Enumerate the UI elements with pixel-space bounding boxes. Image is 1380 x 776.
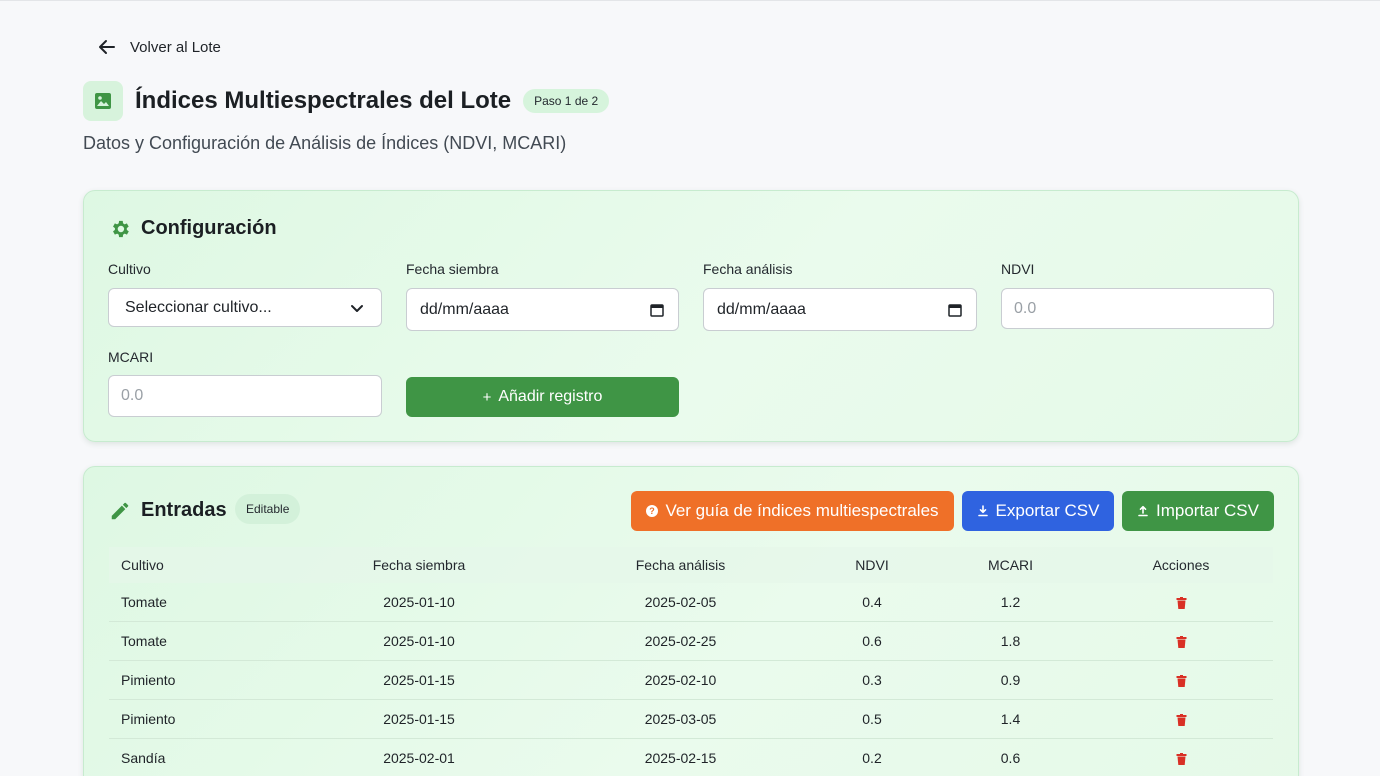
download-icon bbox=[977, 505, 988, 517]
cell-fecha-analisis: 2025-02-15 bbox=[644, 750, 717, 766]
arrow-left-icon bbox=[99, 40, 115, 54]
ndvi-placeholder: 0.0 bbox=[1014, 299, 1037, 317]
entries-table: Cultivo Fecha siembra Fecha análisis NDV… bbox=[109, 547, 1273, 776]
entries-title: Entradas bbox=[141, 499, 227, 521]
question-circle-icon: ? bbox=[646, 505, 659, 517]
trash-icon[interactable] bbox=[1176, 597, 1187, 610]
pencil-icon bbox=[111, 502, 129, 519]
cell-fecha-analisis: 2025-02-05 bbox=[644, 594, 717, 610]
column-header-acciones: Acciones bbox=[1152, 557, 1210, 573]
mcari-label: MCARI bbox=[108, 349, 154, 365]
trash-icon[interactable] bbox=[1176, 636, 1187, 649]
column-header-fecha-analisis: Fecha análisis bbox=[635, 557, 726, 573]
mcari-input[interactable]: 0.0 bbox=[108, 375, 382, 417]
table-header-row: Cultivo Fecha siembra Fecha análisis NDV… bbox=[109, 547, 1273, 583]
fecha-analisis-input[interactable]: dd/mm/aaaa bbox=[703, 288, 977, 331]
entries-heading: Entradas bbox=[109, 499, 227, 522]
cell-cultivo: Sandía bbox=[121, 750, 166, 766]
table-row: Pimiento 2025-01-15 2025-02-10 0.3 0.9 bbox=[109, 661, 1273, 700]
configuration-card: Configuración Cultivo Seleccionar cultiv… bbox=[83, 190, 1299, 442]
cell-acciones bbox=[1089, 594, 1273, 610]
column-header-cultivo: Cultivo bbox=[121, 557, 164, 573]
import-button-label: Importar CSV bbox=[1156, 501, 1259, 520]
page-title: Índices Multiespectrales del Lote bbox=[135, 87, 512, 114]
cell-cultivo: Pimiento bbox=[121, 711, 176, 727]
table-row: Tomate 2025-01-10 2025-02-05 0.4 1.2 bbox=[109, 583, 1273, 622]
mcari-placeholder: 0.0 bbox=[121, 387, 144, 404]
calendar-icon[interactable] bbox=[947, 302, 963, 318]
trash-icon[interactable] bbox=[1176, 675, 1187, 688]
cell-acciones bbox=[1089, 750, 1273, 766]
cell-mcari: 0.6 bbox=[1000, 750, 1021, 766]
fecha-siembra-input[interactable]: dd/mm/aaaa bbox=[406, 288, 679, 331]
cell-fecha-analisis: 2025-03-05 bbox=[644, 711, 717, 727]
cell-cultivo: Tomate bbox=[121, 633, 167, 649]
gear-icon bbox=[113, 220, 129, 237]
configuration-heading: Configuración bbox=[109, 217, 277, 240]
export-csv-button[interactable]: Exportar CSV bbox=[962, 491, 1114, 531]
cell-ndvi: 0.2 bbox=[862, 750, 882, 766]
plus-icon: + bbox=[482, 388, 492, 406]
column-header-mcari: MCARI bbox=[987, 557, 1034, 573]
cell-ndvi: 0.4 bbox=[862, 594, 882, 610]
ndvi-input[interactable]: 0.0 bbox=[1001, 288, 1274, 329]
column-header-ndvi: NDVI bbox=[855, 557, 889, 573]
table-row: Sandía 2025-02-01 2025-02-15 0.2 0.6 bbox=[109, 739, 1273, 776]
calendar-icon[interactable] bbox=[649, 302, 665, 318]
step-badge: Paso 1 de 2 bbox=[523, 89, 610, 113]
chevron-down-icon bbox=[351, 304, 363, 312]
export-button-label: Exportar CSV bbox=[995, 501, 1100, 520]
cultivo-select[interactable]: Seleccionar cultivo... bbox=[108, 288, 382, 327]
cell-cultivo: Tomate bbox=[121, 594, 167, 610]
cell-ndvi: 0.5 bbox=[862, 711, 882, 727]
fecha-siembra-label: Fecha siembra bbox=[406, 261, 499, 277]
cell-fecha-analisis: 2025-02-10 bbox=[644, 672, 717, 688]
cell-fecha-siembra: 2025-02-01 bbox=[383, 750, 455, 766]
svg-text:?: ? bbox=[650, 506, 656, 516]
back-to-lot-link[interactable]: Volver al Lote bbox=[97, 37, 221, 57]
trash-icon[interactable] bbox=[1176, 714, 1187, 727]
cell-acciones bbox=[1089, 672, 1273, 688]
page-header: Índices Multiespectrales del Lote Paso 1… bbox=[83, 81, 610, 121]
configuration-title: Configuración bbox=[141, 217, 277, 239]
add-record-label: Añadir registro bbox=[498, 388, 603, 405]
cell-ndvi: 0.6 bbox=[862, 633, 882, 649]
trash-icon[interactable] bbox=[1176, 753, 1187, 766]
entries-card: Entradas Editable ? Ver guía de índices … bbox=[83, 466, 1299, 776]
upload-icon bbox=[1138, 505, 1148, 517]
cell-fecha-analisis: 2025-02-25 bbox=[644, 633, 717, 649]
add-record-button[interactable]: + Añadir registro bbox=[406, 377, 679, 417]
page-subtitle: Datos y Configuración de Análisis de Índ… bbox=[83, 133, 567, 153]
fecha-siembra-value: dd/mm/aaaa bbox=[420, 300, 509, 318]
fecha-analisis-value: dd/mm/aaaa bbox=[717, 300, 806, 318]
cell-fecha-siembra: 2025-01-15 bbox=[383, 711, 455, 727]
cell-mcari: 0.9 bbox=[1000, 672, 1021, 688]
cell-fecha-siembra: 2025-01-10 bbox=[383, 594, 455, 610]
cell-fecha-siembra: 2025-01-15 bbox=[383, 672, 455, 688]
cell-fecha-siembra: 2025-01-10 bbox=[383, 633, 455, 649]
cell-acciones bbox=[1089, 711, 1273, 727]
cultivo-label: Cultivo bbox=[108, 261, 151, 277]
cell-acciones bbox=[1089, 633, 1273, 649]
table-row: Tomate 2025-01-10 2025-02-25 0.6 1.8 bbox=[109, 622, 1273, 661]
ndvi-label: NDVI bbox=[1001, 261, 1035, 277]
fecha-analisis-label: Fecha análisis bbox=[703, 261, 793, 277]
cell-cultivo: Pimiento bbox=[121, 672, 176, 688]
import-csv-button[interactable]: Importar CSV bbox=[1122, 491, 1274, 531]
cultivo-select-value: Seleccionar cultivo... bbox=[125, 298, 272, 316]
column-header-fecha-siembra: Fecha siembra bbox=[372, 557, 466, 573]
cell-mcari: 1.4 bbox=[1000, 711, 1021, 727]
cell-ndvi: 0.3 bbox=[862, 672, 882, 688]
cell-mcari: 1.8 bbox=[1000, 633, 1021, 649]
cell-mcari: 1.2 bbox=[1000, 594, 1021, 610]
table-row: Pimiento 2025-01-15 2025-03-05 0.5 1.4 bbox=[109, 700, 1273, 739]
multispectral-guide-button[interactable]: ? Ver guía de índices multiespectrales bbox=[631, 491, 954, 531]
image-icon bbox=[83, 81, 123, 121]
guide-button-label: Ver guía de índices multiespectrales bbox=[665, 501, 939, 520]
back-link-label: Volver al Lote bbox=[130, 38, 221, 56]
editable-badge: Editable bbox=[235, 494, 301, 524]
